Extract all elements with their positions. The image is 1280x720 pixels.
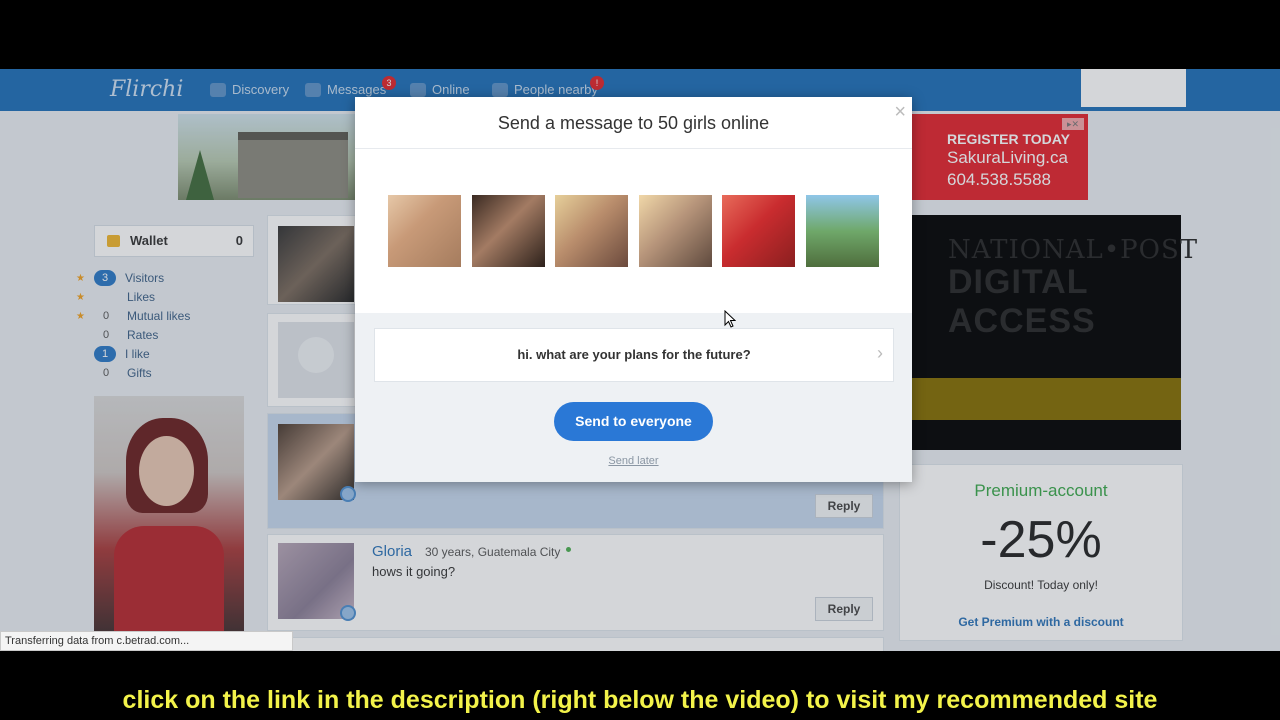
browser-status-bar: Transferring data from c.betrad.com... [0, 631, 293, 651]
message-template-text: hi. what are your plans for the future? [517, 347, 751, 362]
modal-title: Send a message to 50 girls online [497, 113, 770, 133]
message-template-selector[interactable]: hi. what are your plans for the future? … [374, 328, 894, 382]
recipient-photo[interactable] [471, 195, 545, 267]
divider [355, 148, 912, 149]
modal-compose-area: hi. what are your plans for the future? … [355, 313, 912, 482]
recipient-photo[interactable] [555, 195, 628, 267]
chevron-right-icon[interactable]: › [877, 343, 883, 364]
close-icon[interactable]: × [894, 101, 906, 124]
video-caption: click on the link in the description (ri… [122, 686, 1158, 714]
recipient-photo[interactable] [805, 195, 879, 267]
recipient-photo[interactable] [388, 195, 461, 267]
recipient-photo[interactable] [638, 195, 712, 267]
send-later-link[interactable]: Send later [355, 455, 912, 467]
send-message-modal: Send a message to 50 girls online × hi. … [355, 97, 912, 482]
send-to-everyone-button[interactable]: Send to everyone [554, 402, 713, 441]
video-letterbox-top [0, 0, 1280, 69]
recipient-photo[interactable] [722, 195, 795, 267]
recipient-photos [388, 195, 879, 267]
mouse-cursor-icon [724, 310, 736, 328]
